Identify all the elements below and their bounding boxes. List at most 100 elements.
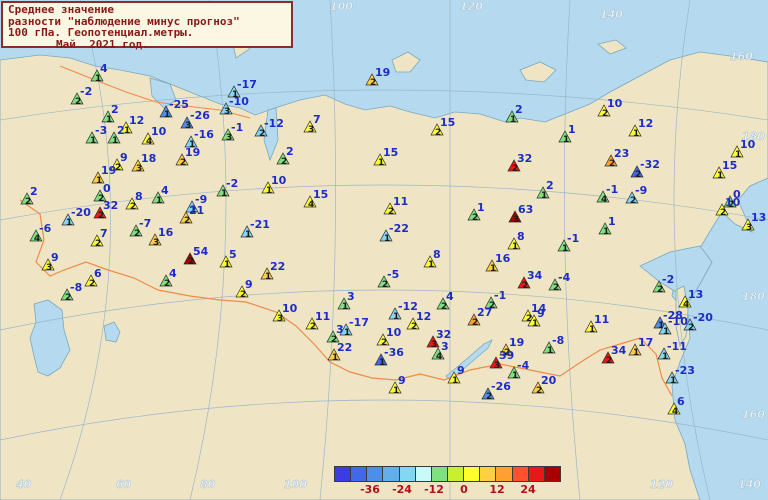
station-count: 2: [180, 158, 186, 168]
station-count: 1: [379, 358, 385, 368]
station-value: -2: [662, 273, 674, 286]
station-count: 2: [98, 211, 104, 221]
station-value: 16: [495, 252, 511, 265]
station-count: 3: [224, 107, 230, 117]
station-count: 1: [452, 376, 458, 386]
station-count: 1: [164, 110, 170, 120]
grid-label: 140: [738, 478, 761, 491]
station-count: 2: [25, 197, 31, 207]
station-value: 21: [189, 204, 204, 217]
station-value: 17: [638, 336, 653, 349]
station-count: 2: [411, 322, 417, 332]
station-count: 2: [441, 302, 447, 312]
station-value: -5: [387, 268, 399, 281]
grid-label: 40: [15, 478, 32, 491]
station-count: 1: [490, 264, 496, 274]
station-count: 2: [281, 157, 287, 167]
station-value: -1: [231, 121, 243, 134]
station-count: 3: [277, 314, 283, 324]
station-value: -12: [264, 117, 284, 130]
station-value: 20: [541, 374, 557, 387]
station-count: 1: [265, 272, 271, 282]
legend-swatch: [527, 466, 545, 482]
station-count: 3: [431, 340, 437, 350]
station-count: 4: [672, 407, 678, 417]
station-value: 39: [499, 349, 514, 362]
station-count: 1: [633, 129, 639, 139]
station-value: 16: [158, 226, 174, 239]
station-value: -32: [640, 158, 660, 171]
station-count: 4: [308, 200, 314, 210]
station-value: -2: [226, 177, 238, 190]
station-value: 19: [375, 66, 390, 79]
station-count: 2: [240, 290, 246, 300]
station-count: 3: [153, 238, 159, 248]
station-value: -17: [349, 316, 369, 329]
station-count: 2: [630, 196, 636, 206]
grid-label: 140: [600, 8, 623, 21]
station-value: 22: [270, 260, 285, 273]
station-value: -1: [567, 232, 579, 245]
station-value: -9: [635, 184, 647, 197]
station-value: 22: [337, 341, 352, 354]
station-count: 2: [486, 392, 492, 402]
station-count: 4: [34, 234, 40, 244]
station-count: 1: [95, 74, 101, 84]
station-value: 12: [416, 310, 431, 323]
station-count: 2: [609, 159, 615, 169]
station-value: 10: [151, 125, 167, 138]
grid-label: 120: [650, 478, 673, 491]
map-canvas: 60 80 100 120 140 160 180 40 60 80 100 1…: [0, 0, 768, 500]
station-value: 11: [315, 310, 330, 323]
station-count: 3: [185, 121, 191, 131]
station-value: 34: [611, 344, 627, 357]
station-value: -22: [389, 222, 409, 235]
station-count: 1: [378, 158, 384, 168]
station-count: 1: [384, 234, 390, 244]
station-value: -3: [95, 124, 107, 137]
station-value: -21: [250, 218, 270, 231]
station-count: 2: [522, 281, 528, 291]
station-count: 2: [553, 283, 559, 293]
station-count: 2: [89, 279, 95, 289]
station-value: 10: [386, 326, 402, 339]
station-count: 2: [472, 318, 478, 328]
legend-label: 12: [489, 483, 505, 496]
station-value: 13: [688, 288, 703, 301]
station-value: 19: [185, 146, 200, 159]
legend-swatch: [543, 466, 561, 482]
station-count: 1: [112, 136, 118, 146]
station-count: 3: [513, 215, 519, 225]
legend-swatch: [382, 466, 400, 482]
station-value: 12: [129, 114, 144, 127]
station-count: 4: [436, 352, 442, 362]
station-value: 11: [393, 195, 408, 208]
station-value: 19: [509, 336, 524, 349]
station-count: 3: [308, 125, 314, 135]
legend-label: -36: [360, 483, 380, 496]
station-value: -10: [668, 315, 688, 328]
station-count: 3: [746, 223, 752, 233]
station-value: -20: [693, 311, 713, 324]
legend-swatch: [366, 466, 384, 482]
station-count: 1: [332, 353, 338, 363]
legend-label: 24: [520, 483, 536, 496]
station-value: -1: [494, 289, 506, 302]
station-count: 1: [156, 196, 162, 206]
station-count: 2: [95, 239, 101, 249]
station-value: -26: [491, 380, 511, 393]
station-count: 1: [90, 136, 96, 146]
station-count: 1: [224, 260, 230, 270]
station-count: 1: [266, 186, 272, 196]
color-legend: -36 -24 -12 0 12 24: [334, 466, 561, 496]
station-count: 3: [46, 263, 52, 273]
station-count: 1: [717, 171, 723, 181]
station-count: 2: [388, 207, 394, 217]
station-count: 1: [735, 150, 741, 160]
legend-swatch: [398, 466, 416, 482]
station-count: 1: [532, 319, 538, 329]
station-count: 1: [344, 328, 350, 338]
station-count: 1: [66, 218, 72, 228]
station-count: 2: [184, 216, 190, 226]
station-count: 2: [472, 213, 478, 223]
